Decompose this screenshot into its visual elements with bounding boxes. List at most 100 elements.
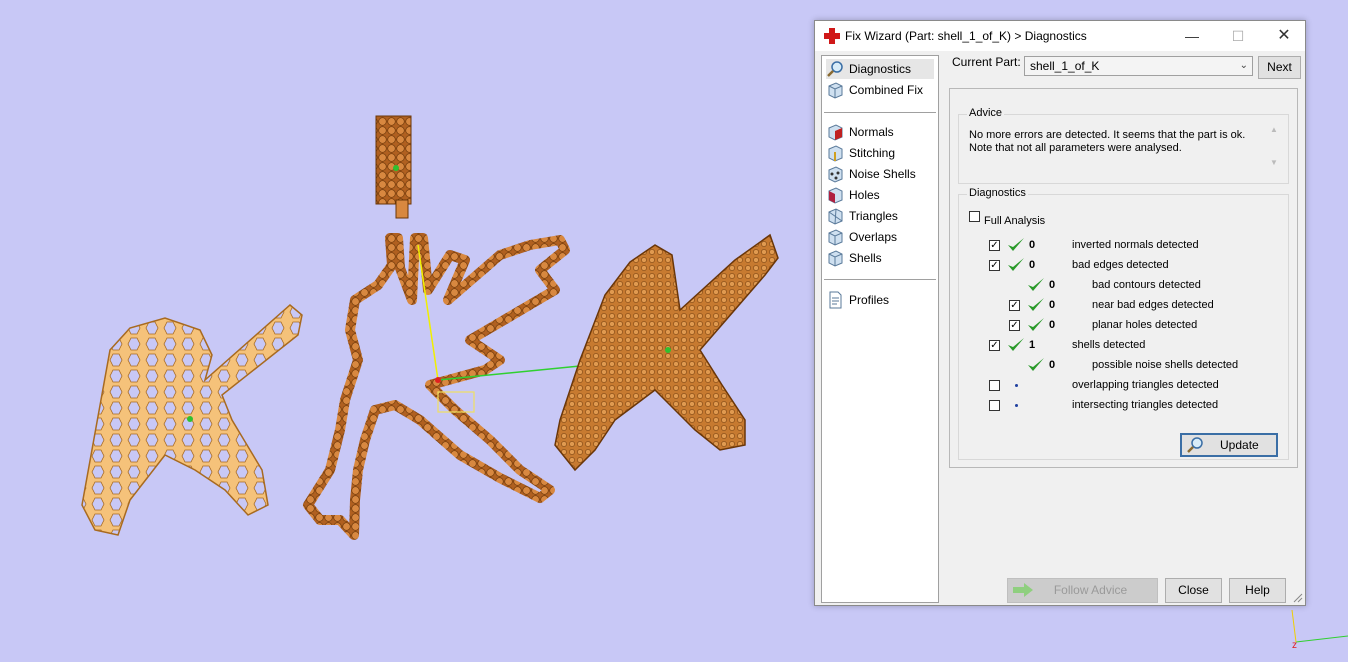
nav-separator <box>824 279 936 280</box>
next-button[interactable]: Next <box>1258 56 1301 79</box>
nav-item-label: Overlaps <box>849 230 898 244</box>
scroll-down-icon[interactable]: ▼ <box>1268 158 1280 167</box>
nav-item-label: Combined Fix <box>849 83 924 97</box>
dotted-k-model[interactable] <box>554 233 779 472</box>
row-checkbox[interactable] <box>989 400 1000 411</box>
row-label: possible noise shells detected <box>1092 359 1239 371</box>
row-checkbox[interactable]: ✓ <box>1009 300 1020 311</box>
chevron-down-icon: ⌄ <box>1239 60 1248 71</box>
row-count: 0 <box>1049 319 1056 331</box>
cube-icon <box>828 82 843 99</box>
checkmark-icon <box>1008 258 1024 271</box>
title-bar[interactable]: Fix Wizard (Part: shell_1_of_K) > Diagno… <box>815 21 1305 51</box>
arrow-right-icon <box>1013 583 1033 597</box>
nav-item-label: Holes <box>849 188 880 202</box>
nav-separator <box>824 112 936 113</box>
advice-title: Advice <box>967 107 1005 119</box>
close-window-button[interactable]: ✕ <box>1261 21 1307 51</box>
nav-item-profiles[interactable]: Profiles <box>826 290 934 310</box>
honeycomb-k-model[interactable] <box>81 304 303 536</box>
current-part-value: shell_1_of_K <box>1030 59 1100 73</box>
row-checkbox[interactable] <box>989 380 1000 391</box>
nav-item-holes[interactable]: Holes <box>826 185 934 205</box>
help-button[interactable]: Help <box>1229 578 1286 603</box>
checkmark-icon <box>1028 278 1044 291</box>
nav-item-label: Stitching <box>849 146 896 160</box>
row-label: inverted normals detected <box>1072 239 1199 251</box>
diagnostics-panel: Advice No more errors are detected. It s… <box>949 88 1298 468</box>
checkmark-icon <box>1008 238 1024 251</box>
row-label: intersecting triangles detected <box>1072 399 1219 411</box>
nav-item-diagnostics[interactable]: Diagnostics <box>826 59 934 79</box>
nav-item-stitching[interactable]: Stitching <box>826 143 934 163</box>
current-part-label: Current Part: <box>952 55 1021 69</box>
minimize-button[interactable]: — <box>1169 21 1215 51</box>
nav-item-label: Profiles <box>849 293 890 307</box>
row-label: overlapping triangles detected <box>1072 379 1219 391</box>
diagnostics-title: Diagnostics <box>967 187 1028 199</box>
row-count: 0 <box>1049 279 1056 291</box>
cube-overlaps-icon <box>828 229 843 246</box>
nav-item-label: Triangles <box>849 209 898 223</box>
resize-grip-icon[interactable] <box>1293 593 1303 603</box>
row-label: planar holes detected <box>1092 319 1198 331</box>
current-part-select[interactable]: shell_1_of_K ⌄ <box>1024 56 1253 76</box>
close-button[interactable]: Close <box>1165 578 1222 603</box>
not-analysed-dot-icon <box>1015 404 1018 407</box>
nav-item-triangles[interactable]: Triangles <box>826 206 934 226</box>
document-icon <box>829 291 842 309</box>
checkmark-icon <box>1008 338 1024 351</box>
update-label: Update <box>1220 438 1259 452</box>
nav-item-shells[interactable]: Shells <box>826 248 934 268</box>
checkmark-icon <box>1028 298 1044 311</box>
checkmark-icon <box>1028 358 1044 371</box>
diagnostics-group: Diagnostics Full Analysis ✓ 0 inverted n… <box>958 187 1289 460</box>
update-button[interactable]: Update <box>1180 433 1278 457</box>
window-title: Fix Wizard (Part: shell_1_of_K) > Diagno… <box>845 29 1087 43</box>
row-label: bad contours detected <box>1092 279 1201 291</box>
nav-item-label: Diagnostics <box>849 62 912 76</box>
nav-item-normals[interactable]: Normals <box>826 122 934 142</box>
advice-group: Advice No more errors are detected. It s… <box>958 107 1289 184</box>
magnifier-icon <box>1187 437 1203 453</box>
row-checkbox[interactable]: ✓ <box>989 240 1000 251</box>
fix-nav-panel: Diagnostics Combined Fix Normals Stitchi… <box>821 55 939 603</box>
advice-line-1: No more errors are detected. It seems th… <box>969 129 1246 141</box>
cube-stitching-icon <box>828 145 843 162</box>
scroll-up-icon[interactable]: ▲ <box>1268 125 1280 134</box>
cube-triangles-icon <box>828 208 843 225</box>
cube-normals-icon <box>828 124 843 141</box>
nav-item-noise-shells[interactable]: Noise Shells <box>826 164 934 184</box>
row-checkbox[interactable]: ✓ <box>989 340 1000 351</box>
row-checkbox[interactable]: ✓ <box>989 260 1000 271</box>
row-count: 1 <box>1029 339 1036 351</box>
cube-noise-icon <box>828 166 843 183</box>
nav-item-overlaps[interactable]: Overlaps <box>826 227 934 247</box>
full-analysis-label: Full Analysis <box>984 215 1046 227</box>
red-cross-icon <box>824 28 840 44</box>
row-label: near bad edges detected <box>1092 299 1214 311</box>
maximize-button[interactable]: ☐ <box>1215 21 1261 51</box>
checkmark-icon <box>1028 318 1044 331</box>
axis-triad: z <box>1291 609 1348 651</box>
advice-text: No more errors are detected. It seems th… <box>969 129 1259 155</box>
not-analysed-dot-icon <box>1015 384 1018 387</box>
nav-item-label: Noise Shells <box>849 167 916 181</box>
fix-wizard-dialog: Fix Wizard (Part: shell_1_of_K) > Diagno… <box>814 20 1306 606</box>
nav-item-label: Normals <box>849 125 894 139</box>
advice-line-2: Note that not all parameters were analys… <box>969 142 1182 154</box>
row-label: bad edges detected <box>1072 259 1169 271</box>
axis-z-label: z <box>1292 640 1297 651</box>
magnifier-icon <box>827 61 843 77</box>
advice-scrollbar[interactable]: ▲ ▼ <box>1268 125 1280 173</box>
row-count: 0 <box>1049 299 1056 311</box>
outline-k-model[interactable] <box>303 115 581 540</box>
row-count: 0 <box>1029 239 1036 251</box>
full-analysis-checkbox[interactable] <box>969 211 980 222</box>
row-checkbox[interactable]: ✓ <box>1009 320 1020 331</box>
cube-holes-icon <box>828 187 843 204</box>
cube-shells-icon <box>828 250 843 267</box>
row-count: 0 <box>1049 359 1056 371</box>
follow-advice-button[interactable]: Follow Advice <box>1007 578 1158 603</box>
nav-item-combined-fix[interactable]: Combined Fix <box>826 80 934 100</box>
